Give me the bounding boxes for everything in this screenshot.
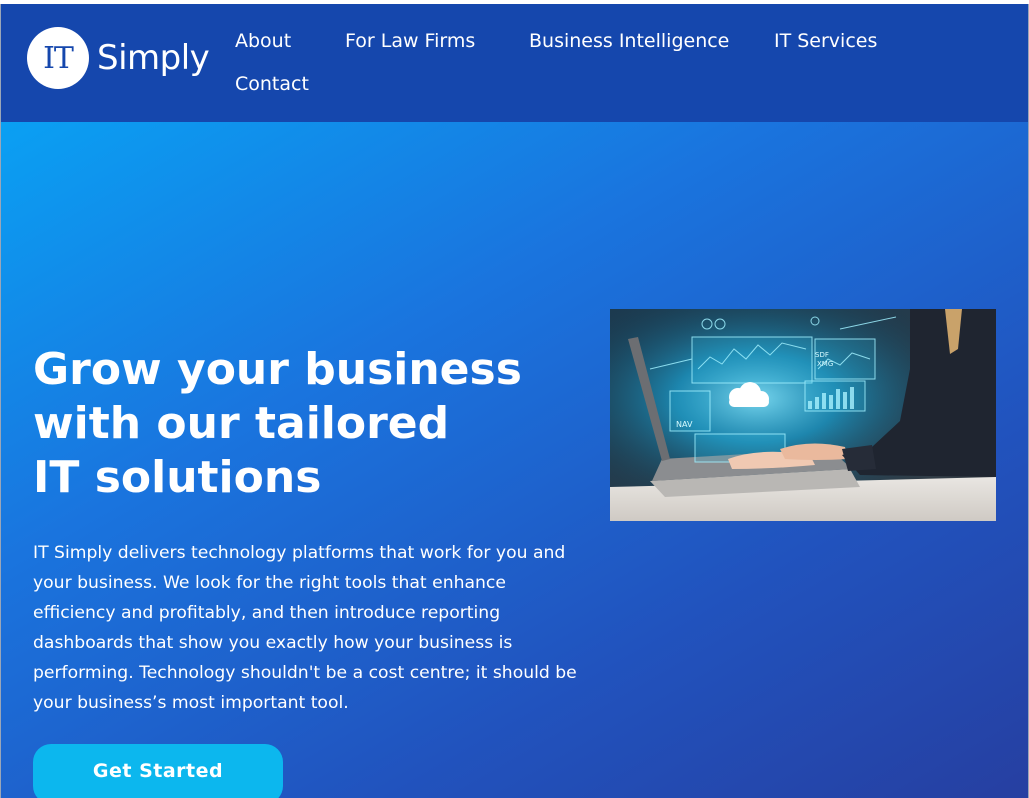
- nav-item-contact[interactable]: Contact: [235, 73, 309, 95]
- hero-section: Grow your business with our tailored IT …: [1, 122, 1028, 798]
- logo-badge: IT: [27, 27, 89, 89]
- logo-wordmark: Simply: [97, 38, 210, 78]
- headline-line: with our tailored: [33, 398, 450, 449]
- nav-item-it-services[interactable]: IT Services: [774, 30, 877, 52]
- headline-line: Grow your business: [33, 344, 522, 395]
- site-logo[interactable]: IT Simply: [27, 27, 210, 89]
- nav-item-for-law-firms[interactable]: For Law Firms: [345, 30, 475, 52]
- hero-headline: Grow your business with our tailored IT …: [33, 343, 522, 505]
- overlay-label: XMG: [817, 360, 833, 368]
- nav-item-about[interactable]: About: [235, 30, 291, 52]
- page-frame: IT Simply About For Law Firms Business I…: [0, 4, 1029, 798]
- hero-image: SDF XMG NAV: [610, 309, 996, 521]
- overlay-label: NAV: [676, 420, 693, 429]
- hero-intro-text: IT Simply delivers technology platforms …: [33, 543, 577, 713]
- get-started-button[interactable]: Get Started: [33, 744, 283, 798]
- nav-item-business-intelligence[interactable]: Business Intelligence: [529, 30, 729, 52]
- logo-initials: IT: [43, 40, 74, 76]
- site-header: IT Simply About For Law Firms Business I…: [1, 4, 1028, 122]
- overlay-label: SDF: [815, 351, 829, 359]
- headline-line: IT solutions: [33, 452, 322, 503]
